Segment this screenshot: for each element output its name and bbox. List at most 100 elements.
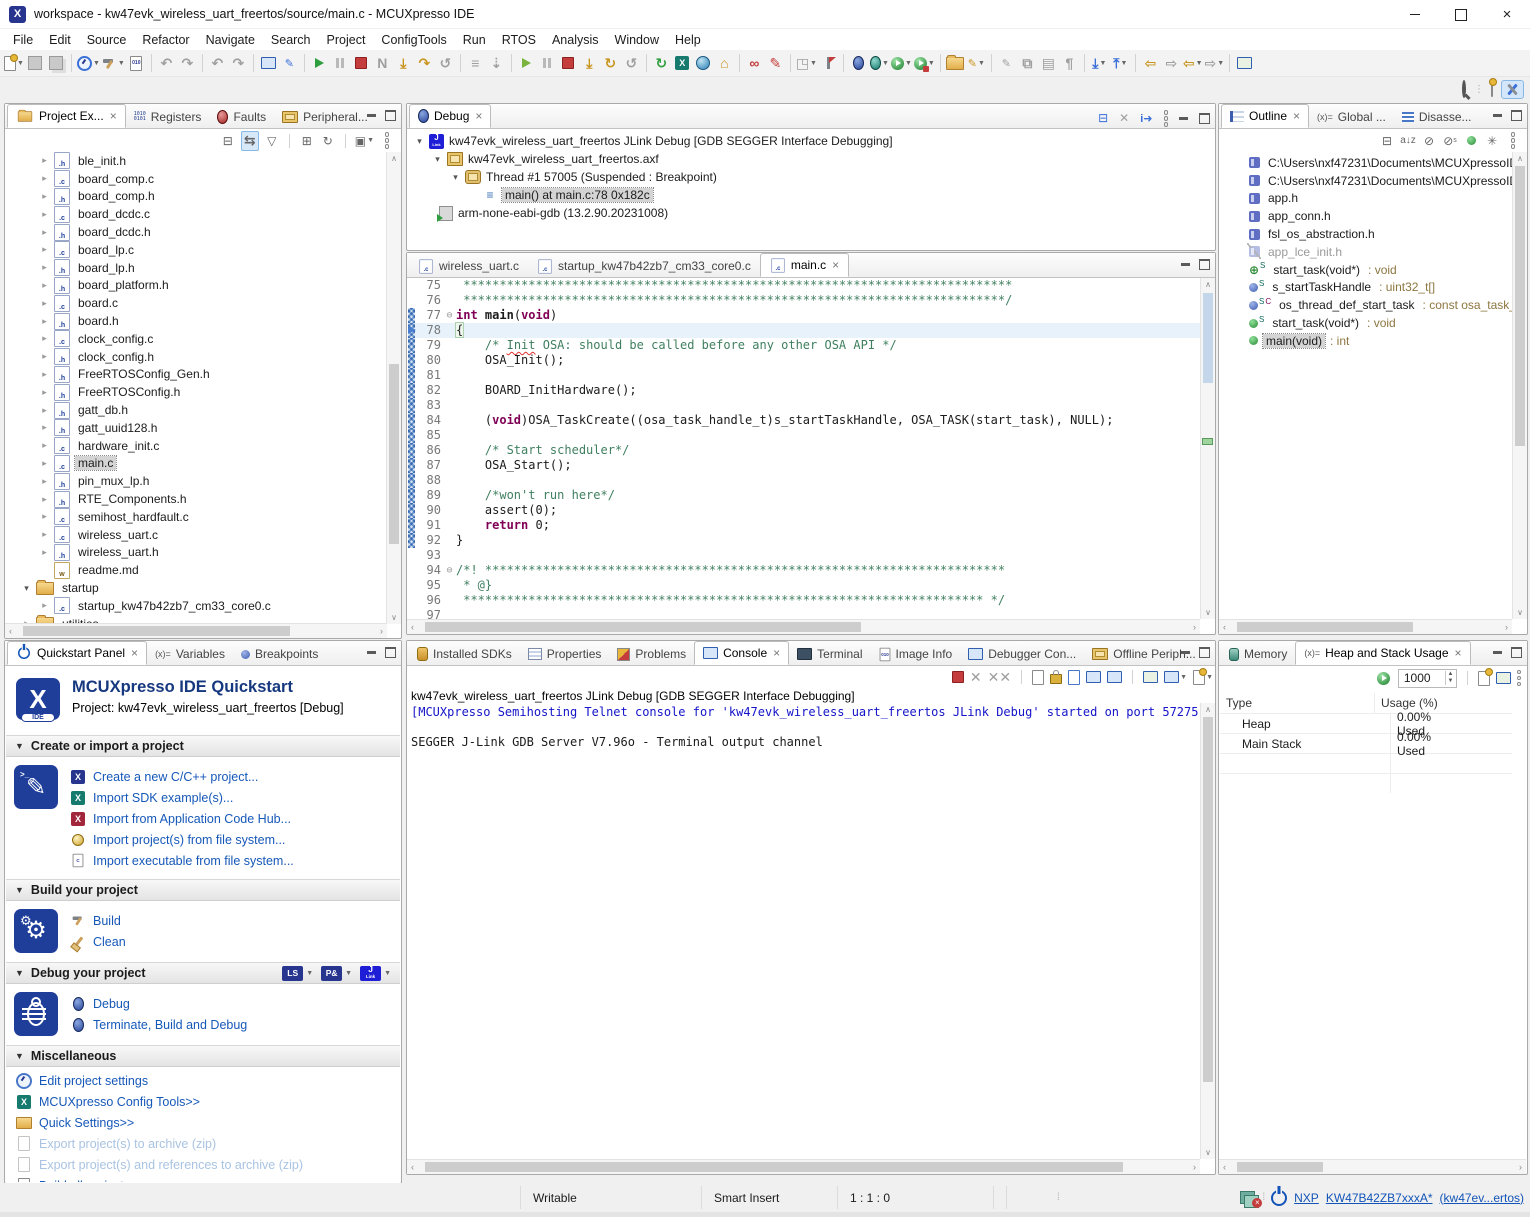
code-line[interactable]: 94⊖/*! *********************************… [408,563,1200,578]
outline-item-selected[interactable]: main(void): int [1221,332,1512,350]
link-with-editor-icon[interactable]: ✳ [1484,132,1500,150]
step-return-all-icon[interactable]: ↺ [622,52,641,74]
table-row[interactable]: Heap 0.00% Used [1220,713,1512,733]
minimize-view-icon[interactable] [367,651,376,654]
tree-item[interactable]: ▸.hwireless_uart.h [6,544,386,562]
console-scrollbar[interactable]: ∧∨ [1200,703,1215,1159]
tab-main-c[interactable]: .cmain.c× [760,253,849,277]
menu-source[interactable]: Source [79,31,135,49]
drop-to-frame-icon[interactable]: ⇣ [487,52,506,74]
maximize-view-icon[interactable] [1199,259,1210,270]
show-source-icon[interactable]: ▤ [1039,52,1058,74]
refresh-debug-icon[interactable]: ↻ [652,52,671,74]
linkserver-probe-button[interactable]: LS▼ [282,966,313,981]
view-menu-icon[interactable] [379,132,395,150]
outline-item[interactable]: Sstart_task(void*): void [1221,314,1512,332]
tree-item[interactable]: ▸.cboard.c [6,294,386,312]
maximize-window-button[interactable] [1438,0,1484,29]
globe-icon[interactable] [694,52,713,74]
expander-icon[interactable]: ▸ [40,369,49,380]
fold-marker-icon[interactable]: ⊖ [443,308,456,323]
package-icon[interactable]: ◳▼ [796,52,817,74]
tree-item[interactable]: ▸.cwireless_uart.c [6,526,386,544]
menu-edit[interactable]: Edit [41,31,79,49]
debug-session-row[interactable]: ▾JLinkkw47evk_wireless_uart_freertos JLi… [409,132,1213,150]
resume-icon[interactable] [310,52,329,74]
menu-help[interactable]: Help [667,31,709,49]
debug-link[interactable]: Debug [70,994,247,1013]
build-all-projects-link[interactable]: 010Build all projects [16,1176,390,1182]
code-line[interactable]: 91 return 0; [408,518,1200,533]
tab-outline[interactable]: Outline× [1221,104,1309,128]
close-tab-icon[interactable]: × [1293,109,1300,123]
suspend-icon[interactable] [331,52,350,74]
maximize-view-icon[interactable] [1511,110,1522,121]
outline-item[interactable]: C:\Users\nxf47231\Documents\MCUXpressoID… [1221,154,1512,172]
tree-item[interactable]: ▸.hFreeRTOSConfig_Gen.h [6,366,386,384]
open-folder-icon[interactable] [946,52,965,74]
binary-doc-icon[interactable]: 010 [127,52,146,74]
outline-item[interactable]: fsl_os_abstraction.h [1221,225,1512,243]
expander-icon[interactable]: ▸ [40,511,49,522]
code-line-current[interactable]: 78{ [408,323,1200,338]
code-line[interactable]: 84 (void)OSA_TaskCreate((osa_task_handle… [408,413,1200,428]
next-edit-location-icon[interactable]: ↷ [229,52,248,74]
step-into-icon[interactable]: ⤓ [394,52,413,74]
config-tools-link[interactable]: XMCUXpresso Config Tools>> [16,1092,390,1111]
expander-icon[interactable]: ▸ [40,155,49,166]
mark-occurrences-icon[interactable]: ✎ [997,52,1016,74]
tab-heap-stack-usage[interactable]: (x)=Heap and Stack Usage× [1295,641,1470,665]
code-line[interactable]: 95 * @} [408,578,1200,593]
menu-search[interactable]: Search [263,31,319,49]
quick-settings-link[interactable]: Quick Settings>> [16,1113,390,1132]
tab-debug[interactable]: Debug× [409,104,491,128]
section-debug[interactable]: ▼Debug your project LS▼ P&▼ JLink▼ [6,962,400,984]
tab-global-variables[interactable]: (x)=Global ... [1309,106,1394,128]
code-line[interactable]: 81 [408,368,1200,383]
column-type[interactable]: Type [1220,696,1374,710]
previous-edit-location-icon[interactable]: ↶ [208,52,227,74]
outline-item[interactable]: Ss_startTaskHandle: uint32_t[] [1221,279,1512,297]
tab-faults[interactable]: Faults [209,106,274,128]
expander-icon[interactable]: ▸ [40,476,49,487]
tree-item[interactable]: ▸.hpin_mux_lp.h [6,472,386,490]
remove-launch-icon[interactable]: ✕ [970,669,982,686]
expander-icon[interactable]: ▸ [40,280,49,291]
expander-icon[interactable]: ▸ [40,547,49,558]
code-line[interactable]: 80 OSA_Init(); [408,353,1200,368]
code-line[interactable]: 85 [408,428,1200,443]
debug-toolbar-icon[interactable]: i➜ [1140,112,1152,125]
terminate-relaunch-icon[interactable]: ↻ [601,52,620,74]
expander-icon[interactable]: ▸ [40,227,49,238]
hide-static-icon[interactable]: ⊘s [1442,132,1458,150]
tree-item[interactable]: ▸.hboard.h [6,312,386,330]
tree-item[interactable]: ▸.hRTE_Components.h [6,490,386,508]
expander-icon[interactable]: ▸ [40,298,49,309]
code-line[interactable]: 86 /* Start scheduler*/ [408,443,1200,458]
menu-project[interactable]: Project [319,31,374,49]
tab-project-explorer[interactable]: Project Ex...× [7,104,126,128]
section-create-import[interactable]: ▼Create or import a project [6,735,400,757]
tree-item[interactable]: ▸.hboard_dcdc.h [6,223,386,241]
tree-item[interactable]: ▸.hgatt_uuid128.h [6,419,386,437]
restart-icon[interactable] [517,52,536,74]
import-sdk-examples-link[interactable]: XImport SDK example(s)... [70,788,294,807]
tab-quickstart[interactable]: Quickstart Panel× [7,641,147,665]
tree-item[interactable]: ▸.csemihost_hardfault.c [6,508,386,526]
close-tab-icon[interactable]: × [131,646,138,660]
debug-as-icon[interactable]: ▼ [870,52,889,74]
tab-image-info[interactable]: 010Image Info [871,643,961,665]
tab-peripherals[interactable]: Peripheral... [274,106,376,128]
expander-icon[interactable]: ▸ [40,600,49,611]
outline-item[interactable]: app_conn.h [1221,207,1512,225]
minimize-view-icon[interactable] [367,114,376,117]
close-tab-icon[interactable]: × [1455,646,1462,660]
code-line[interactable]: 79 /* Init OSA: should be called before … [408,338,1200,353]
view-menu-icon[interactable] [1517,670,1522,687]
refresh-icon[interactable]: ↻ [320,132,336,150]
expander-icon[interactable]: ▸ [40,458,49,469]
code-line[interactable]: 76 *************************************… [408,293,1200,308]
close-tab-icon[interactable]: × [110,109,117,123]
tree-item-selected[interactable]: ▸.cmain.c [6,455,386,473]
build-link[interactable]: Build [70,911,126,930]
